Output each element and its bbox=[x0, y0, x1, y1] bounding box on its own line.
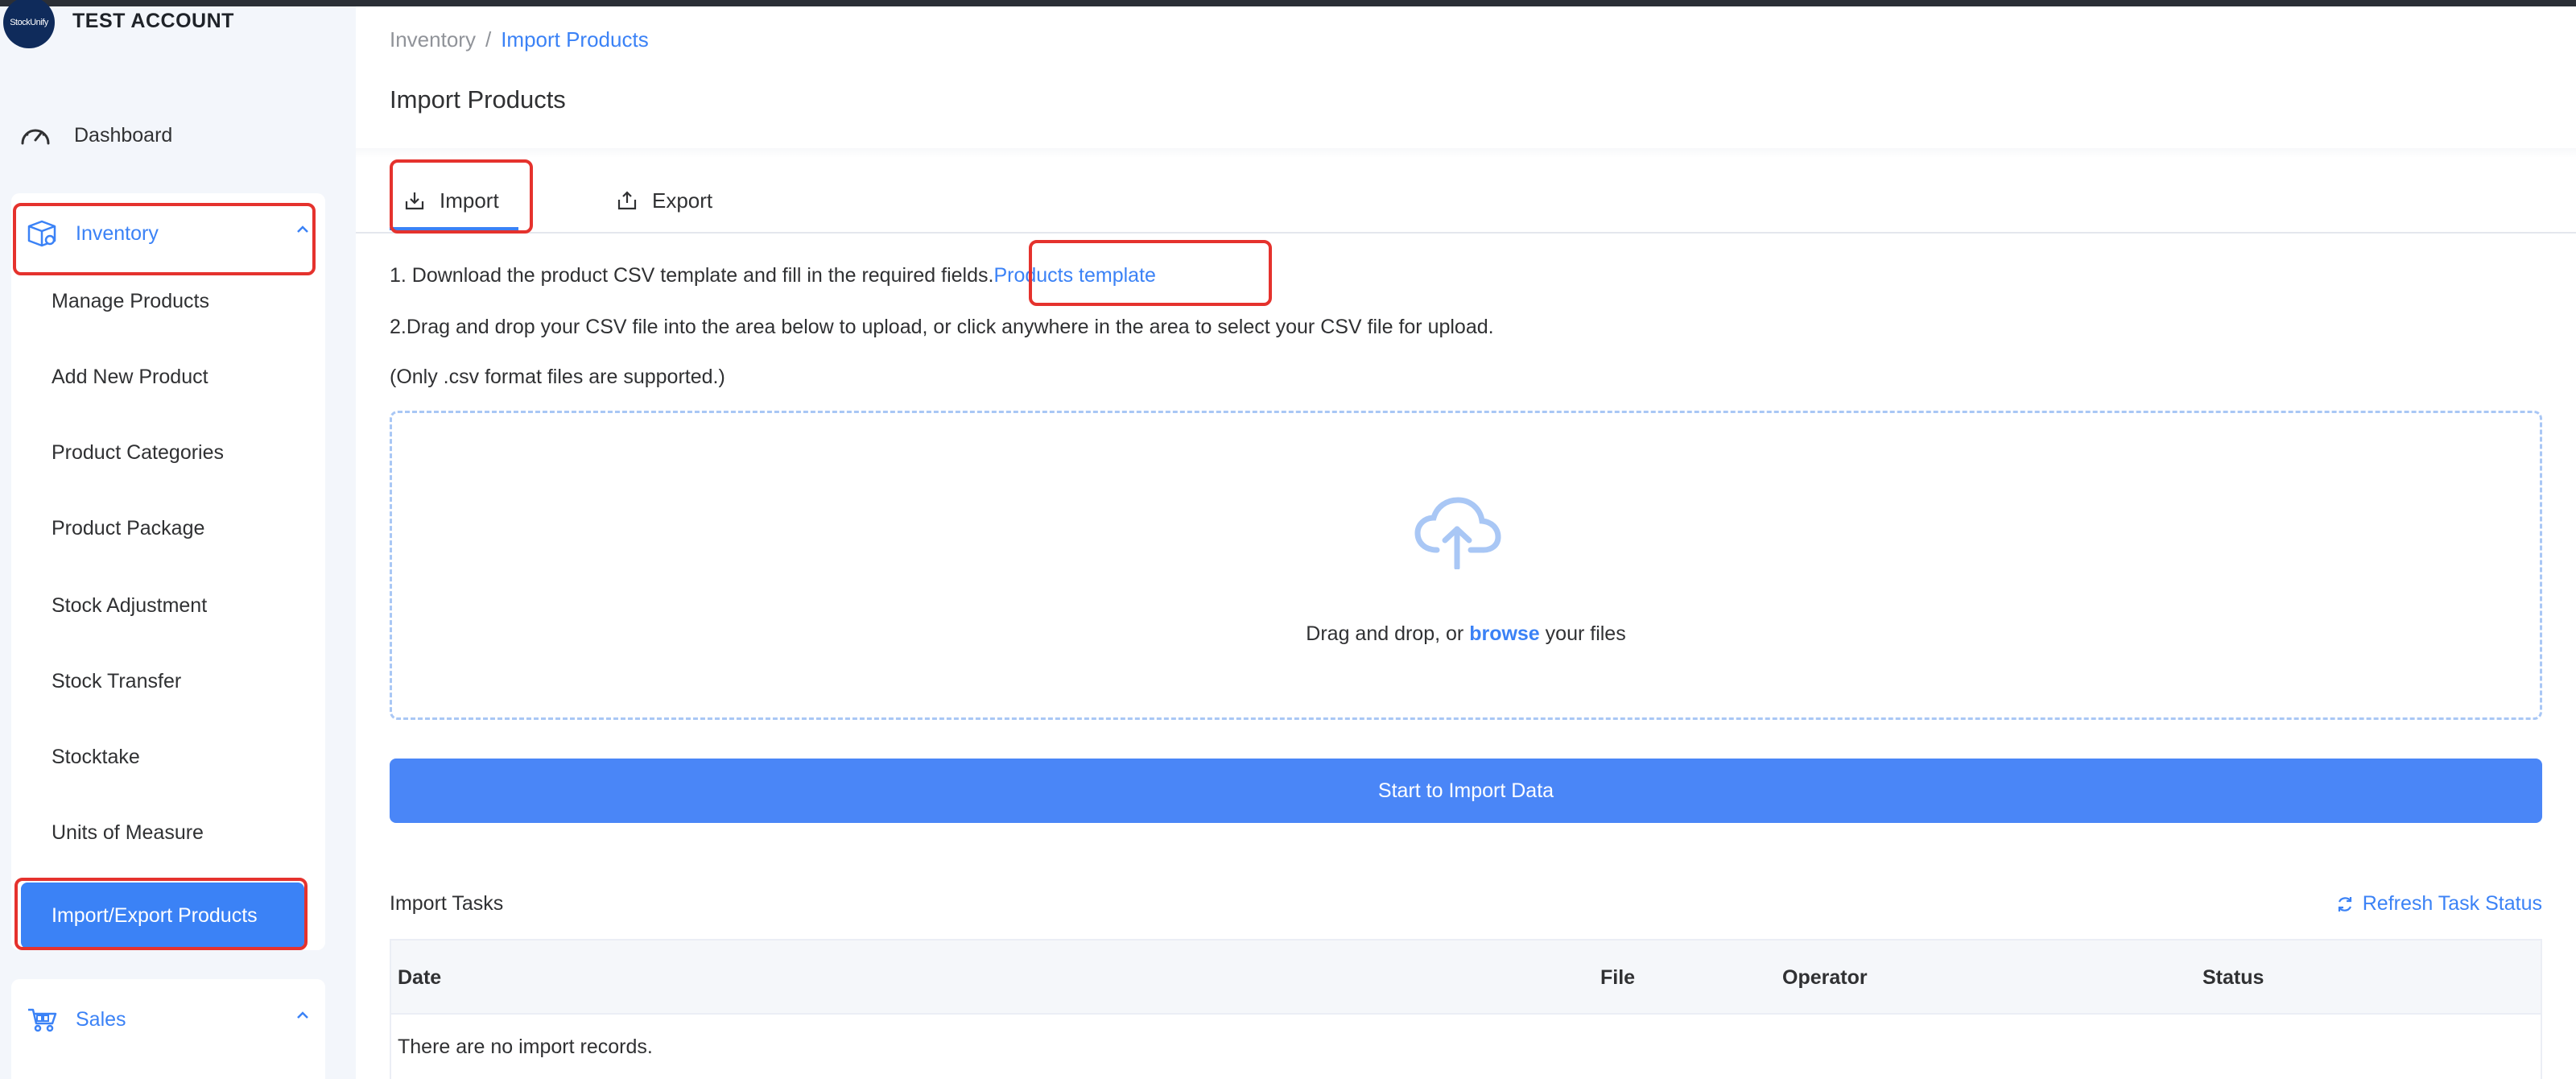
table-header: Date File Operator Status bbox=[391, 941, 2541, 1015]
import-tasks-table: Date File Operator Status There are no i… bbox=[390, 939, 2542, 1079]
highlight-box bbox=[13, 203, 316, 275]
column-header-file: File bbox=[1600, 966, 1636, 989]
sidebar-item-manage-products[interactable]: Manage Products bbox=[52, 285, 209, 317]
sidebar-item-product-categories[interactable]: Product Categories bbox=[52, 436, 224, 469]
instruction-format-note: (Only .csv format files are supported.) bbox=[390, 366, 725, 388]
breadcrumb-parent[interactable]: Inventory bbox=[390, 27, 476, 52]
sidebar-item-units-of-measure[interactable]: Units of Measure bbox=[52, 816, 204, 849]
highlight-box bbox=[14, 878, 308, 950]
instruction-step-2: 2.Drag and drop your CSV file into the a… bbox=[390, 316, 1494, 338]
browse-link[interactable]: browse bbox=[1469, 622, 1540, 645]
dropzone-text: Drag and drop, or browse your files bbox=[392, 622, 2540, 646]
table-empty-text: There are no import records. bbox=[398, 1036, 653, 1058]
file-dropzone[interactable]: Drag and drop, or browse your files bbox=[390, 411, 2542, 720]
refresh-icon bbox=[2338, 896, 2351, 912]
page-title: Import Products bbox=[390, 85, 566, 114]
start-import-button[interactable]: Start to Import Data bbox=[390, 759, 2542, 823]
window-top-bar bbox=[0, 0, 2576, 6]
account-name: TEST ACCOUNT bbox=[72, 9, 234, 32]
refresh-label: Refresh Task Status bbox=[2362, 892, 2542, 915]
sidebar-item-sales[interactable]: Sales bbox=[16, 986, 316, 1053]
sidebar-item-stock-transfer[interactable]: Stock Transfer bbox=[52, 665, 181, 697]
dropzone-text-after: your files bbox=[1539, 622, 1626, 645]
column-header-operator: Operator bbox=[1782, 966, 1868, 989]
account-logo: StockUnify bbox=[3, 0, 55, 48]
sidebar-item-stocktake[interactable]: Stocktake bbox=[52, 741, 140, 773]
step-1-text: 1. Download the product CSV template and… bbox=[390, 264, 994, 287]
upload-share-icon bbox=[617, 191, 637, 210]
sidebar-item-label: Sales bbox=[76, 1007, 126, 1031]
tabs-divider bbox=[356, 232, 2576, 234]
main-content: Inventory / Import Products Import Product… bbox=[356, 6, 2576, 1079]
sidebar-item-product-package[interactable]: Product Package bbox=[52, 512, 204, 544]
refresh-task-status-button[interactable]: Refresh Task Status bbox=[2335, 892, 2542, 916]
highlight-box bbox=[1029, 240, 1272, 306]
dropzone-text-before: Drag and drop, or bbox=[1306, 622, 1470, 645]
sidebar-item-stock-adjustment[interactable]: Stock Adjustment bbox=[52, 589, 207, 622]
column-header-date: Date bbox=[398, 966, 442, 989]
sidebar-item-label: Dashboard bbox=[74, 123, 173, 147]
sidebar-item-add-new-product[interactable]: Add New Product bbox=[52, 361, 208, 393]
cart-icon bbox=[28, 1008, 57, 1032]
import-tasks-title: Import Tasks bbox=[390, 892, 504, 915]
breadcrumb: Inventory / Import Products bbox=[390, 27, 649, 52]
breadcrumb-current: Import Products bbox=[501, 27, 649, 52]
cloud-upload-icon bbox=[1414, 497, 1501, 569]
divider bbox=[356, 148, 2576, 158]
sidebar-group-sales: Sales bbox=[11, 979, 325, 1079]
account-header[interactable]: StockUnify TEST ACCOUNT bbox=[3, 0, 234, 55]
chevron-up-icon bbox=[297, 1011, 308, 1019]
speedometer-icon bbox=[21, 129, 50, 145]
tab-label: Export bbox=[652, 188, 713, 213]
breadcrumb-separator: / bbox=[485, 27, 492, 52]
column-header-status: Status bbox=[2202, 966, 2264, 989]
sidebar-item-dashboard[interactable]: Dashboard bbox=[19, 113, 172, 158]
highlight-box bbox=[390, 159, 533, 234]
sidebar: StockUnify TEST ACCOUNT Dashboard Invent… bbox=[0, 0, 356, 1079]
tab-export[interactable]: Export bbox=[617, 167, 712, 234]
